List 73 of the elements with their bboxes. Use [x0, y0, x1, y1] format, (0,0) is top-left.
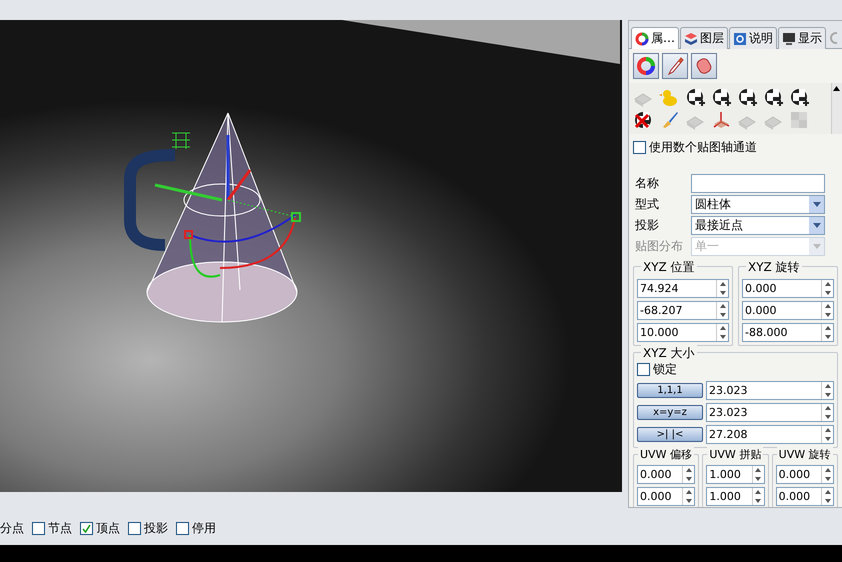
dropdown-field[interactable]: 圆柱体	[691, 195, 825, 214]
cone-model-drawing[interactable]	[124, 112, 301, 322]
number-field[interactable]: 27.208	[706, 425, 834, 444]
field-label: 投影	[635, 217, 660, 234]
axes-icon[interactable]	[711, 110, 731, 130]
3d-viewport[interactable]	[0, 20, 622, 492]
snap-checkbox[interactable]: 节点	[32, 520, 72, 537]
paint-tube-icon	[665, 56, 685, 76]
group-title: XYZ 位置	[641, 259, 697, 276]
spin-arrows-icon[interactable]	[821, 488, 833, 505]
group-title: UVW 旋转	[776, 447, 833, 462]
number-field[interactable]: 23.023	[706, 403, 834, 422]
number-field[interactable]: 0.000	[742, 301, 834, 320]
spin-arrows-icon[interactable]	[821, 466, 833, 483]
input-field[interactable]	[691, 174, 825, 193]
number-field[interactable]: -68.207	[637, 301, 729, 320]
number-field[interactable]: 0.000	[637, 487, 696, 506]
spin-arrows-icon[interactable]	[821, 404, 833, 421]
spin-arrows-icon[interactable]	[821, 302, 833, 319]
number-field[interactable]: 1.000	[706, 487, 765, 506]
group-title: XYZ 大小	[641, 345, 697, 362]
number-field[interactable]: -88.000	[742, 323, 834, 342]
spin-arrows-icon[interactable]	[682, 466, 694, 483]
spin-arrows-icon[interactable]	[752, 466, 764, 483]
spin-arrows-icon[interactable]	[716, 324, 728, 341]
color-wheel-icon	[635, 32, 649, 46]
lock-checkbox[interactable]: 锁定	[637, 361, 834, 378]
help-icon	[733, 32, 747, 46]
color-wheel-button[interactable]	[633, 53, 659, 79]
panel-tab[interactable]: 说明	[729, 27, 777, 49]
field-label: 名称	[635, 175, 660, 192]
option-label: 分点	[0, 520, 24, 537]
number-field[interactable]: 0.000	[776, 465, 834, 484]
number-field[interactable]: 0.000	[776, 487, 834, 506]
group-title: XYZ 旋转	[746, 259, 802, 276]
number-field[interactable]: 74.924	[637, 279, 729, 298]
field-label: 型式	[635, 196, 660, 213]
snap-checkbox[interactable]: 投影	[128, 520, 168, 537]
spin-arrows-icon[interactable]	[821, 426, 833, 443]
paint-tube-button[interactable]	[662, 53, 688, 79]
snap-checkbox[interactable]: 顶点	[80, 520, 120, 537]
color-wheel-icon	[636, 56, 656, 76]
checkmark-icon	[82, 524, 91, 533]
spin-arrows-icon[interactable]	[716, 302, 728, 319]
layers-icon	[684, 32, 698, 46]
scale-button[interactable]: >| |<	[637, 427, 703, 442]
scroll-up-icon[interactable]	[832, 85, 841, 93]
spin-arrows-icon[interactable]	[682, 488, 694, 505]
dropdown-field[interactable]: 最接近点	[691, 216, 825, 235]
multi-channel-checkbox[interactable]: 使用数个贴图轴通道	[633, 139, 838, 156]
field-label: 贴图分布	[635, 238, 684, 255]
number-field[interactable]: 1.000	[706, 465, 765, 484]
scale-button[interactable]: x=y=z	[637, 405, 703, 420]
snap-checkbox[interactable]: 停用	[176, 520, 216, 537]
number-field[interactable]: 23.023	[706, 381, 834, 400]
number-field[interactable]: 0.000	[742, 279, 834, 298]
spin-arrows-icon[interactable]	[821, 280, 833, 297]
spin-arrows-icon[interactable]	[821, 382, 833, 399]
group-title: UVW 拼贴	[707, 447, 764, 462]
number-field[interactable]: 0.000	[637, 465, 696, 484]
spin-arrows-icon[interactable]	[716, 280, 728, 297]
scale-button[interactable]: 1,1,1	[637, 383, 703, 398]
checker-ball-icon[interactable]	[633, 110, 653, 130]
spin-arrows-icon[interactable]	[821, 324, 833, 341]
monitor-icon	[782, 32, 796, 46]
panel-tab[interactable]: 显示	[778, 27, 826, 49]
spin-arrows-icon[interactable]	[752, 488, 764, 505]
number-field[interactable]: 10.000	[637, 323, 729, 342]
group-title: UVW 偏移	[638, 447, 694, 462]
panel-tab[interactable]: 属…	[631, 27, 679, 49]
scrollbar[interactable]	[831, 83, 842, 134]
panel-tab[interactable]: 图层	[680, 27, 728, 49]
texture-mapping-button[interactable]	[691, 53, 717, 79]
